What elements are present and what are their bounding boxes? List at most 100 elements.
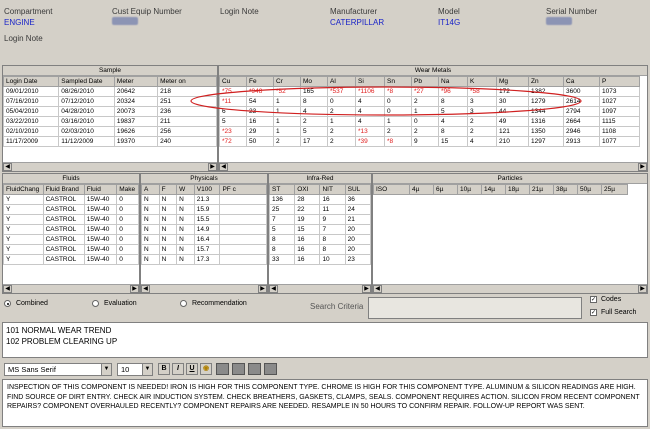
- table-row[interactable]: N N N 15.5: [141, 214, 267, 225]
- fluids-table[interactable]: FluidChang Fluid Brand Fluid Make Y CASTROL 1…: [3, 184, 139, 265]
- table-row[interactable]: 8 16 8 20: [269, 234, 371, 245]
- column-header[interactable]: Fluid: [83, 184, 118, 195]
- scroll-right-icon[interactable]: ▶: [208, 163, 217, 171]
- column-header[interactable]: Login Date: [3, 76, 60, 87]
- combined-radio[interactable]: Combined: [4, 300, 48, 307]
- table-row[interactable]: N N N 14.9: [141, 224, 267, 235]
- table-row[interactable]: N N N 16.4: [141, 234, 267, 245]
- particles-panel[interactable]: Particles ISO 4µ 6µ 10µ 14µ 18µ 21µ 38µ 50µ 25µ ◀…: [372, 173, 648, 294]
- table-row[interactable]: 03/22/2010 03/16/2010 19837 211: [3, 116, 217, 127]
- column-header[interactable]: PF c: [219, 184, 267, 195]
- physicals-table[interactable]: A F W V100 PF c N N N 21.3 N N N 15.9 N N N 15.5 N N N 14.9…: [141, 184, 267, 265]
- underline-button[interactable]: U: [186, 363, 198, 375]
- column-header[interactable]: Meter: [113, 76, 159, 87]
- check-icon[interactable]: ✓: [590, 296, 597, 303]
- column-header[interactable]: Sampled Date: [58, 76, 115, 87]
- table-row[interactable]: 11/17/2009 11/12/2009 19370 240: [3, 136, 217, 147]
- column-header[interactable]: ST: [269, 184, 296, 195]
- column-header[interactable]: 6µ: [433, 184, 458, 195]
- column-header[interactable]: F: [158, 184, 178, 195]
- recommendation-radio[interactable]: Recommendation: [180, 300, 247, 307]
- column-header[interactable]: FluidChang: [3, 184, 44, 195]
- column-header[interactable]: 38µ: [553, 184, 578, 195]
- evaluation-radio[interactable]: Evaluation: [92, 300, 137, 307]
- table-row[interactable]: 07/16/2010 07/12/2010 20324 251: [3, 96, 217, 107]
- particles-table[interactable]: ISO 4µ 6µ 10µ 14µ 18µ 21µ 38µ 50µ 25µ: [373, 184, 628, 195]
- physicals-scrollbar[interactable]: ◀ ▶: [141, 284, 267, 293]
- scroll-left-icon[interactable]: ◀: [373, 285, 382, 293]
- column-header[interactable]: 50µ: [577, 184, 602, 195]
- column-header[interactable]: A: [141, 184, 160, 195]
- table-row[interactable]: 136 28 16 36: [269, 194, 371, 205]
- fluids-scrollbar[interactable]: ◀ ▶: [3, 284, 139, 293]
- scroll-left-icon[interactable]: ◀: [3, 285, 12, 293]
- scroll-right-icon[interactable]: ▶: [638, 285, 647, 293]
- table-row[interactable]: 5 16 1 2 1 4 1 0 4 2 49 1316 2664 1115: [219, 116, 640, 127]
- column-header[interactable]: W: [176, 184, 195, 195]
- color-picker-icon[interactable]: ◉: [200, 363, 212, 375]
- table-row[interactable]: Y CASTROL 15W-40 0: [3, 224, 139, 235]
- column-header[interactable]: 21µ: [529, 184, 554, 195]
- table-row[interactable]: 5 15 7 20: [269, 224, 371, 235]
- radio-icon[interactable]: [92, 300, 99, 307]
- column-header[interactable]: 10µ: [457, 184, 482, 195]
- scroll-right-icon[interactable]: ▶: [130, 285, 139, 293]
- scroll-left-icon[interactable]: ◀: [141, 285, 150, 293]
- radio-selected-icon[interactable]: [4, 300, 11, 307]
- table-row[interactable]: N N N 15.7: [141, 244, 267, 255]
- column-header[interactable]: 18µ: [505, 184, 530, 195]
- table-row[interactable]: N N N 17.3: [141, 254, 267, 265]
- infrared-scrollbar[interactable]: ◀ ▶: [269, 284, 371, 293]
- table-row[interactable]: Y CASTROL 15W-40 0: [3, 214, 139, 225]
- toolbar-swatch-icon[interactable]: [232, 363, 245, 375]
- chevron-down-icon[interactable]: ▼: [101, 364, 111, 375]
- scroll-right-icon[interactable]: ▶: [638, 163, 647, 171]
- scroll-left-icon[interactable]: ◀: [219, 163, 228, 171]
- fluids-panel[interactable]: Fluids FluidChang Fluid Brand Fluid Make YC…: [2, 173, 140, 294]
- table-row[interactable]: N N N 15.9: [141, 204, 267, 215]
- wear-metals-panel[interactable]: Wear Metals Cu Fe Cr Mo Al Si Sn Pb Na K Mg Zn Ca P *…: [218, 65, 648, 172]
- list-item[interactable]: 101 NORMAL WEAR TREND: [6, 325, 644, 336]
- table-row[interactable]: Y CASTROL 15W-40 0: [3, 204, 139, 215]
- scroll-left-icon[interactable]: ◀: [3, 163, 12, 171]
- table-row[interactable]: 05/04/2010 04/28/2010 20073 236: [3, 106, 217, 117]
- check-icon[interactable]: ✓: [590, 309, 597, 316]
- chevron-down-icon[interactable]: ▼: [142, 364, 152, 375]
- italic-button[interactable]: I: [172, 363, 184, 375]
- table-row[interactable]: 7 19 9 21: [269, 214, 371, 225]
- full-search-checkbox[interactable]: ✓ Full Search: [590, 309, 636, 316]
- infrared-panel[interactable]: Infra-Red ST OXI NIT SUL 136 28 16 36 25 22 11 24 7…: [268, 173, 372, 294]
- codes-list[interactable]: 101 NORMAL WEAR TREND 102 PROBLEM CLEARI…: [2, 322, 648, 358]
- comment-textarea[interactable]: INSPECTION OF THIS COMPONENT IS NEEDED! …: [2, 379, 648, 427]
- column-header[interactable]: NIT: [319, 184, 346, 195]
- font-name-select[interactable]: MS Sans Serif ▼: [4, 363, 112, 376]
- column-header[interactable]: ISO: [373, 184, 410, 195]
- sample-scrollbar[interactable]: ◀ ▶: [3, 162, 217, 171]
- radio-icon[interactable]: [180, 300, 187, 307]
- table-row[interactable]: 09/01/2010 08/26/2010 20642 218: [3, 86, 217, 97]
- physicals-panel[interactable]: Physicals A F W V100 PF c N N N 21.3 N N N 15.9 N N N 1…: [140, 173, 268, 294]
- scroll-right-icon[interactable]: ▶: [258, 285, 267, 293]
- column-header[interactable]: Make: [116, 184, 139, 195]
- column-header[interactable]: V100: [193, 184, 221, 195]
- table-row[interactable]: 33 16 10 23: [269, 254, 371, 265]
- table-row[interactable]: Y CASTROL 15W-40 0: [3, 254, 139, 265]
- column-header[interactable]: 4µ: [409, 184, 434, 195]
- toolbar-swatch-icon[interactable]: [248, 363, 261, 375]
- column-header[interactable]: OXI: [294, 184, 321, 195]
- wear-scrollbar[interactable]: ◀ ▶: [219, 162, 647, 171]
- toolbar-swatch-icon[interactable]: [264, 363, 277, 375]
- table-row[interactable]: Y CASTROL 15W-40 0: [3, 234, 139, 245]
- table-row[interactable]: *23 29 1 5 2 *13 2 2 8 2 121 1350 2946 1108: [219, 126, 640, 137]
- table-row[interactable]: Y CASTROL 15W-40 0: [3, 194, 139, 205]
- table-row[interactable]: N N N 21.3: [141, 194, 267, 205]
- table-row[interactable]: *72 50 2 17 2 *39 *8 9 15 4 210 1297 2913 1077: [219, 136, 640, 147]
- scroll-left-icon[interactable]: ◀: [269, 285, 278, 293]
- sample-panel[interactable]: Sample Login Date Sampled Date Meter Meter …: [2, 65, 218, 172]
- column-header[interactable]: Fluid Brand: [42, 184, 85, 195]
- column-header[interactable]: P: [599, 76, 640, 87]
- infrared-table[interactable]: ST OXI NIT SUL 136 28 16 36 25 22 11 24 7 19 9 21 5 15 7 2…: [269, 184, 371, 265]
- table-row[interactable]: Y CASTROL 15W-40 0: [3, 244, 139, 255]
- font-size-select[interactable]: 10 ▼: [117, 363, 153, 376]
- search-criteria-input[interactable]: [368, 297, 582, 319]
